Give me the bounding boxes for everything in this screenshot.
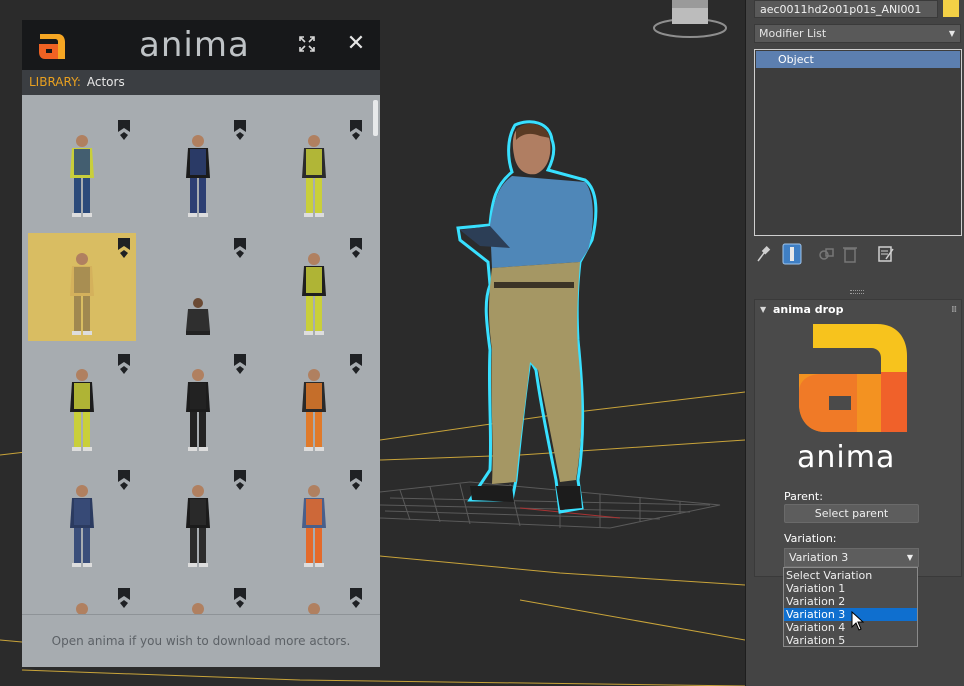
viewcube-icon[interactable] (653, 0, 727, 38)
bookmark-icon[interactable] (234, 354, 246, 376)
bookmark-icon[interactable] (350, 238, 362, 260)
actor-tile[interactable] (260, 115, 368, 223)
bookmark-icon[interactable] (350, 470, 362, 492)
parent-label: Parent: (784, 490, 823, 503)
actor-thumbnail (192, 603, 204, 614)
actor-thumbnail (186, 298, 210, 335)
actor-thumbnail (70, 485, 94, 567)
actor-tile[interactable] (144, 115, 252, 223)
stack-item-object[interactable]: Object (756, 51, 960, 68)
variation-select-value: Variation 3 (789, 551, 849, 564)
collapse-triangle-icon: ▼ (760, 305, 767, 314)
modifier-toolbar (754, 243, 962, 265)
anima-logo-icon (39, 34, 65, 59)
modifier-list-label: Modifier List (759, 27, 827, 40)
bookmark-icon[interactable] (350, 120, 362, 142)
rollout-title: anima drop (773, 303, 844, 316)
variation-dropdown-list: Select Variation Variation 1 Variation 2 Va… (783, 567, 918, 647)
configure-modifier-sets-icon[interactable] (876, 243, 896, 265)
variation-option[interactable]: Variation 5 (784, 634, 917, 647)
bookmark-icon[interactable] (118, 470, 130, 492)
variation-option[interactable]: Variation 2 (784, 595, 917, 608)
actor-thumbnail (186, 135, 210, 217)
chevron-down-icon: ▼ (906, 553, 913, 562)
actor-3d-model[interactable] (456, 120, 598, 514)
library-footer-text: Open anima if you wish to download more … (22, 614, 380, 667)
actor-thumbnail (76, 603, 88, 614)
actor-tile[interactable] (260, 349, 368, 457)
actor-tile[interactable] (28, 349, 136, 457)
expand-icon[interactable] (298, 35, 316, 53)
chevron-down-icon: ▼ (948, 29, 955, 38)
make-unique-icon[interactable] (816, 243, 836, 265)
actor-thumbnail (70, 135, 94, 217)
modifier-stack-icon[interactable] (782, 243, 802, 265)
bookmark-icon[interactable] (118, 238, 130, 260)
anima-drop-rollout: ▼ anima drop ⁞⁞ anima Parent: Select par… (754, 299, 962, 577)
variation-select[interactable]: Variation 3 ▼ (784, 548, 919, 567)
bookmark-icon[interactable] (234, 238, 246, 260)
actor-tile[interactable] (260, 465, 368, 573)
bookmark-icon[interactable] (234, 588, 246, 610)
actor-thumbnail (302, 253, 326, 335)
actor-tile[interactable] (260, 583, 368, 614)
breadcrumb-value[interactable]: Actors (87, 75, 125, 89)
object-color-swatch[interactable] (943, 0, 959, 17)
close-icon[interactable]: ✕ (346, 33, 366, 55)
bookmark-icon[interactable] (350, 354, 362, 376)
actor-thumbnail (302, 135, 326, 217)
library-header: anima ✕ (22, 20, 380, 70)
bookmark-icon[interactable] (118, 120, 130, 142)
anima-library-window: anima ✕ LIBRARY: Actors Open anima if you… (22, 20, 380, 667)
actor-thumbnail (70, 253, 94, 335)
variation-label: Variation: (784, 532, 837, 545)
grip-icon: ⁞⁞ (951, 305, 957, 315)
actor-tile[interactable] (28, 465, 136, 573)
bookmark-icon[interactable] (350, 588, 362, 610)
actor-thumbnail (70, 369, 94, 451)
rollout-wordmark: anima (797, 440, 896, 475)
variation-option[interactable]: Variation 1 (784, 582, 917, 595)
variation-option[interactable]: Select Variation (784, 569, 917, 582)
bookmark-icon[interactable] (234, 120, 246, 142)
rollout-header[interactable]: ▼ anima drop ⁞⁞ (755, 300, 961, 320)
bookmark-icon[interactable] (118, 588, 130, 610)
actor-thumbnail (186, 485, 210, 567)
actor-grid (22, 95, 374, 614)
panel-divider[interactable] (850, 290, 864, 294)
actor-tile[interactable] (28, 583, 136, 614)
cursor-icon (851, 611, 865, 631)
anima-logo-icon (799, 324, 907, 432)
actor-tile[interactable] (144, 465, 252, 573)
modifier-list-dropdown[interactable]: Modifier List ▼ (754, 24, 961, 43)
select-parent-button[interactable]: Select parent (784, 504, 919, 523)
actor-thumbnail (308, 603, 320, 614)
actor-tile[interactable] (28, 115, 136, 223)
breadcrumb-key: LIBRARY: (29, 75, 81, 89)
library-wordmark: anima (139, 25, 250, 65)
actor-thumbnail (302, 485, 326, 567)
bookmark-icon[interactable] (234, 470, 246, 492)
object-name-field[interactable]: aec0011hd2o01p01s_ANI001 (754, 0, 938, 18)
bookmark-icon[interactable] (118, 354, 130, 376)
app-window: anima ✕ LIBRARY: Actors Open anima if you… (0, 0, 964, 686)
modifier-stack: Object (754, 49, 962, 236)
actor-tile[interactable] (28, 233, 136, 341)
actor-tile[interactable] (144, 233, 252, 341)
breadcrumb: LIBRARY: Actors (22, 70, 380, 95)
remove-modifier-icon[interactable] (840, 243, 860, 265)
actor-tile[interactable] (144, 583, 252, 614)
actor-thumbnail (302, 369, 326, 451)
pin-icon[interactable] (754, 243, 774, 265)
library-scrollbar[interactable] (373, 100, 378, 136)
actor-thumbnail (186, 369, 210, 451)
actor-tile[interactable] (260, 233, 368, 341)
actor-tile[interactable] (144, 349, 252, 457)
